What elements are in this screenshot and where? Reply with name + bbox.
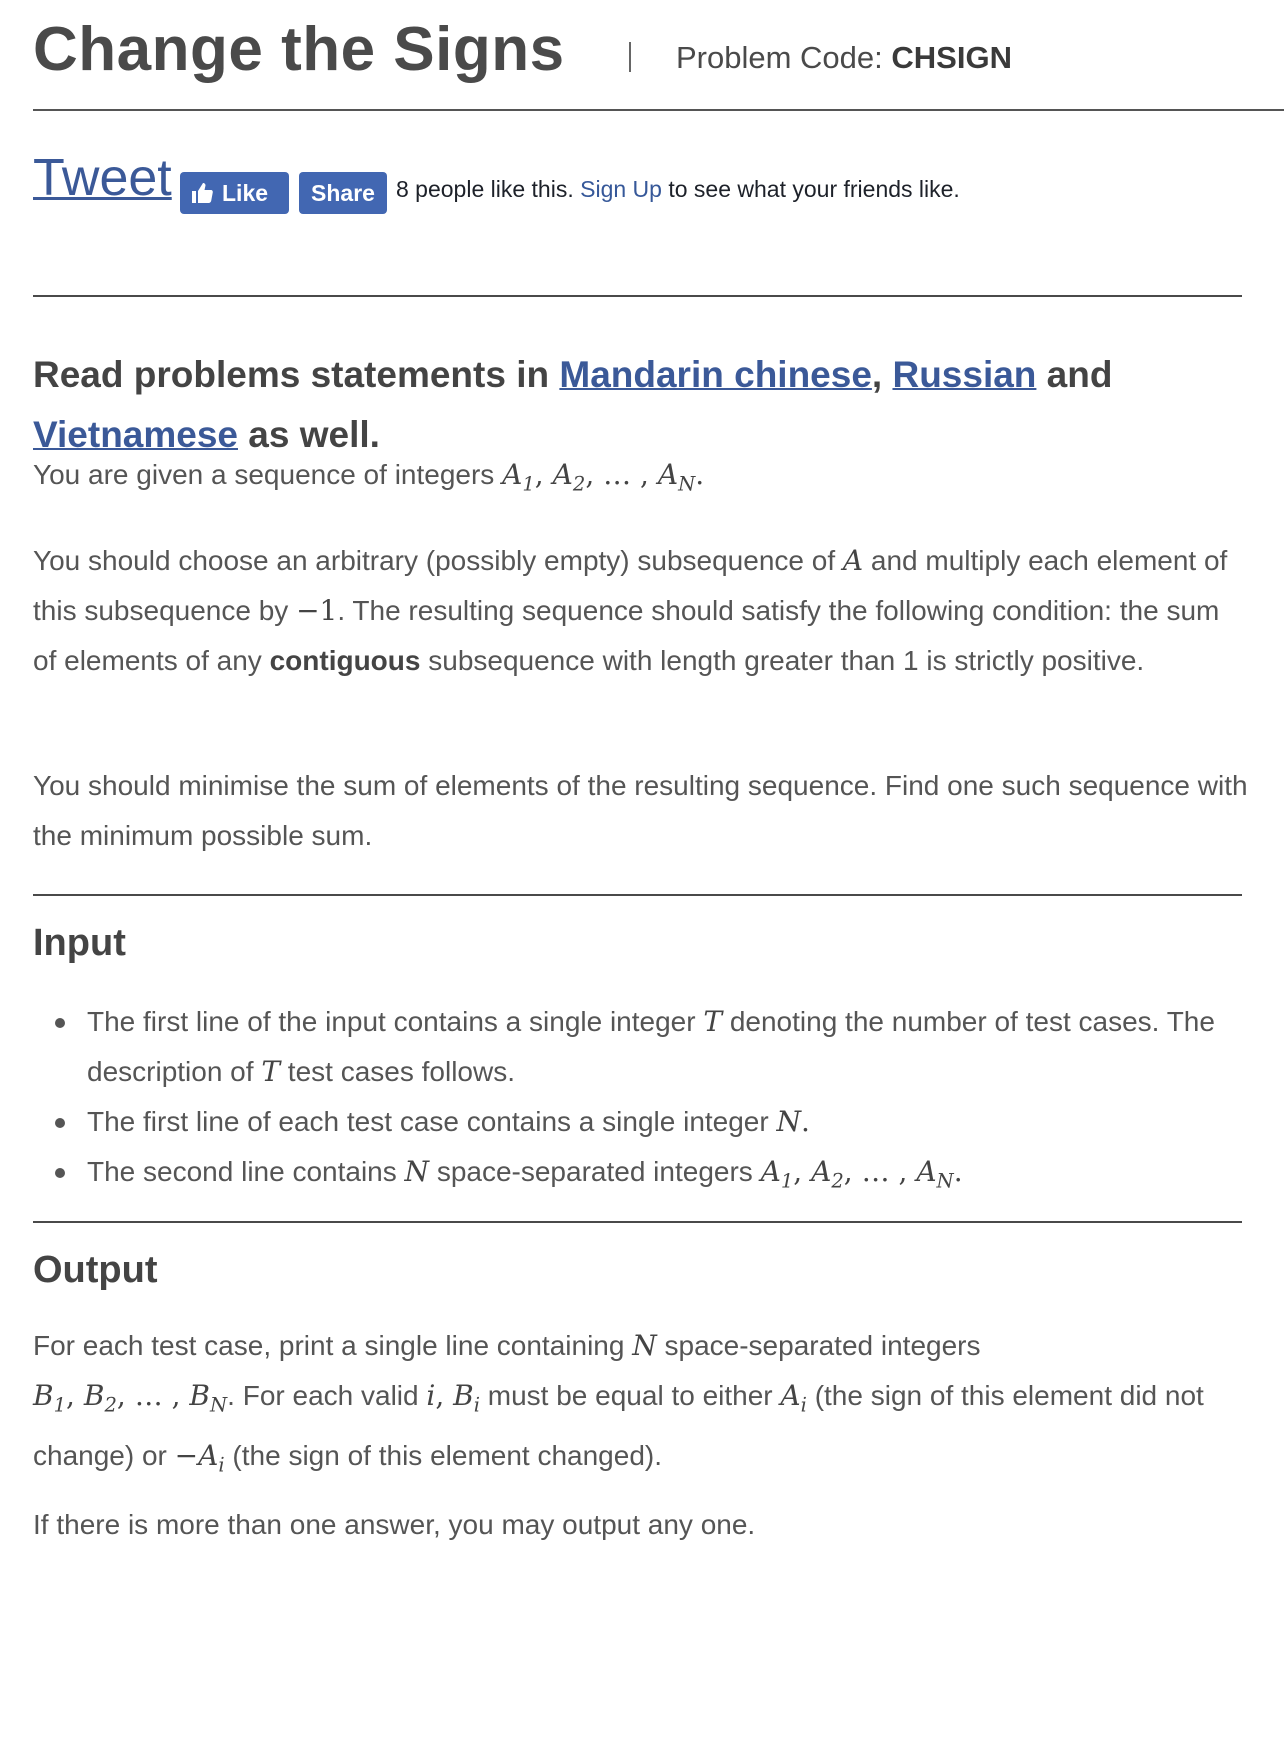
problem-code-value: CHSIGN xyxy=(891,40,1012,75)
output-text: must be equal to either xyxy=(487,1380,773,1411)
output-paragraph-1: For each test case, print a single line … xyxy=(33,1329,1204,1477)
output-heading: Output xyxy=(33,1249,158,1291)
social-bar: Tweet Like Share 8 people like this. Sig… xyxy=(33,148,1233,218)
statement-paragraph-1: You are given a sequence of integers A1,… xyxy=(33,458,705,496)
friends-text: to see what your friends like. xyxy=(668,176,960,202)
output-text: . For each valid xyxy=(227,1380,419,1411)
statement-paragraph-2: You should choose an arbitrary (possibly… xyxy=(33,544,1228,676)
share-label: Share xyxy=(311,179,375,206)
divider xyxy=(33,295,1242,297)
problem-code: Problem Code: CHSIGN xyxy=(676,40,1012,76)
translation-notice: Read problems statements in Mandarin chi… xyxy=(33,345,1242,465)
emphasis-contiguous: contiguous xyxy=(269,645,421,676)
problem-header: Change the Signs Problem Code: CHSIGN xyxy=(33,0,1284,111)
list-text: The first line of each test case contain… xyxy=(87,1106,769,1137)
bullet-icon xyxy=(55,1168,65,1178)
list-text: The first line of the input contains a s… xyxy=(87,1006,696,1037)
russian-link[interactable]: Russian xyxy=(892,354,1036,395)
bullet-icon xyxy=(55,1118,65,1128)
list-item: The first line of the input contains a s… xyxy=(33,997,1233,1097)
thumbs-up-icon xyxy=(192,183,213,203)
list-text: test cases follows. xyxy=(287,1056,515,1087)
statement-text: subsequence with length greater than 1 i… xyxy=(428,645,1145,676)
notice-as-well: as well. xyxy=(238,414,380,455)
mandarin-link[interactable]: Mandarin chinese xyxy=(559,354,872,395)
problem-title: Change the Signs xyxy=(33,15,565,84)
notice-and: and xyxy=(1036,354,1113,395)
statement-text: You should choose an arbitrary (possibly… xyxy=(33,545,836,576)
output-text: (the sign of this element changed). xyxy=(232,1439,663,1471)
output-paragraph-2: If there is more than one answer, you ma… xyxy=(33,1509,756,1540)
input-list: The first line of the input contains a s… xyxy=(33,997,1233,1207)
likes-count: 8 people like this. xyxy=(396,176,574,202)
problem-page: Change the Signs Problem Code: CHSIGN Tw… xyxy=(33,0,1284,214)
statement-paragraph-3: You should minimise the sum of elements … xyxy=(33,770,1248,851)
bullet-icon xyxy=(55,1018,65,1028)
problem-code-label: Problem Code: xyxy=(676,40,892,75)
vietnamese-link[interactable]: Vietnamese xyxy=(33,414,238,455)
signup-link[interactable]: Sign Up xyxy=(580,176,662,202)
statement-text: You are given a sequence of integers xyxy=(33,459,495,490)
like-button[interactable]: Like xyxy=(180,172,289,214)
like-count-text: 8 people like this. Sign Up to see what … xyxy=(396,176,960,203)
divider xyxy=(33,1221,1242,1223)
header-separator xyxy=(629,42,631,72)
like-label: Like xyxy=(222,179,269,206)
input-heading: Input xyxy=(33,922,126,964)
share-button[interactable]: Share xyxy=(299,172,387,214)
notice-text: Read problems statements in xyxy=(33,354,560,395)
list-text: space-separated integers xyxy=(436,1156,753,1187)
output-text: space-separated integers xyxy=(664,1330,981,1361)
list-item: The first line of each test case contain… xyxy=(33,1097,1233,1147)
notice-comma: , xyxy=(871,354,893,395)
divider xyxy=(33,894,1242,896)
list-item: The second line contains N space-separat… xyxy=(33,1147,1233,1207)
list-text: The second line contains xyxy=(87,1156,397,1187)
output-text: For each test case, print a single line … xyxy=(33,1330,625,1361)
header-divider xyxy=(33,109,1284,111)
tweet-link[interactable]: Tweet xyxy=(33,148,172,208)
